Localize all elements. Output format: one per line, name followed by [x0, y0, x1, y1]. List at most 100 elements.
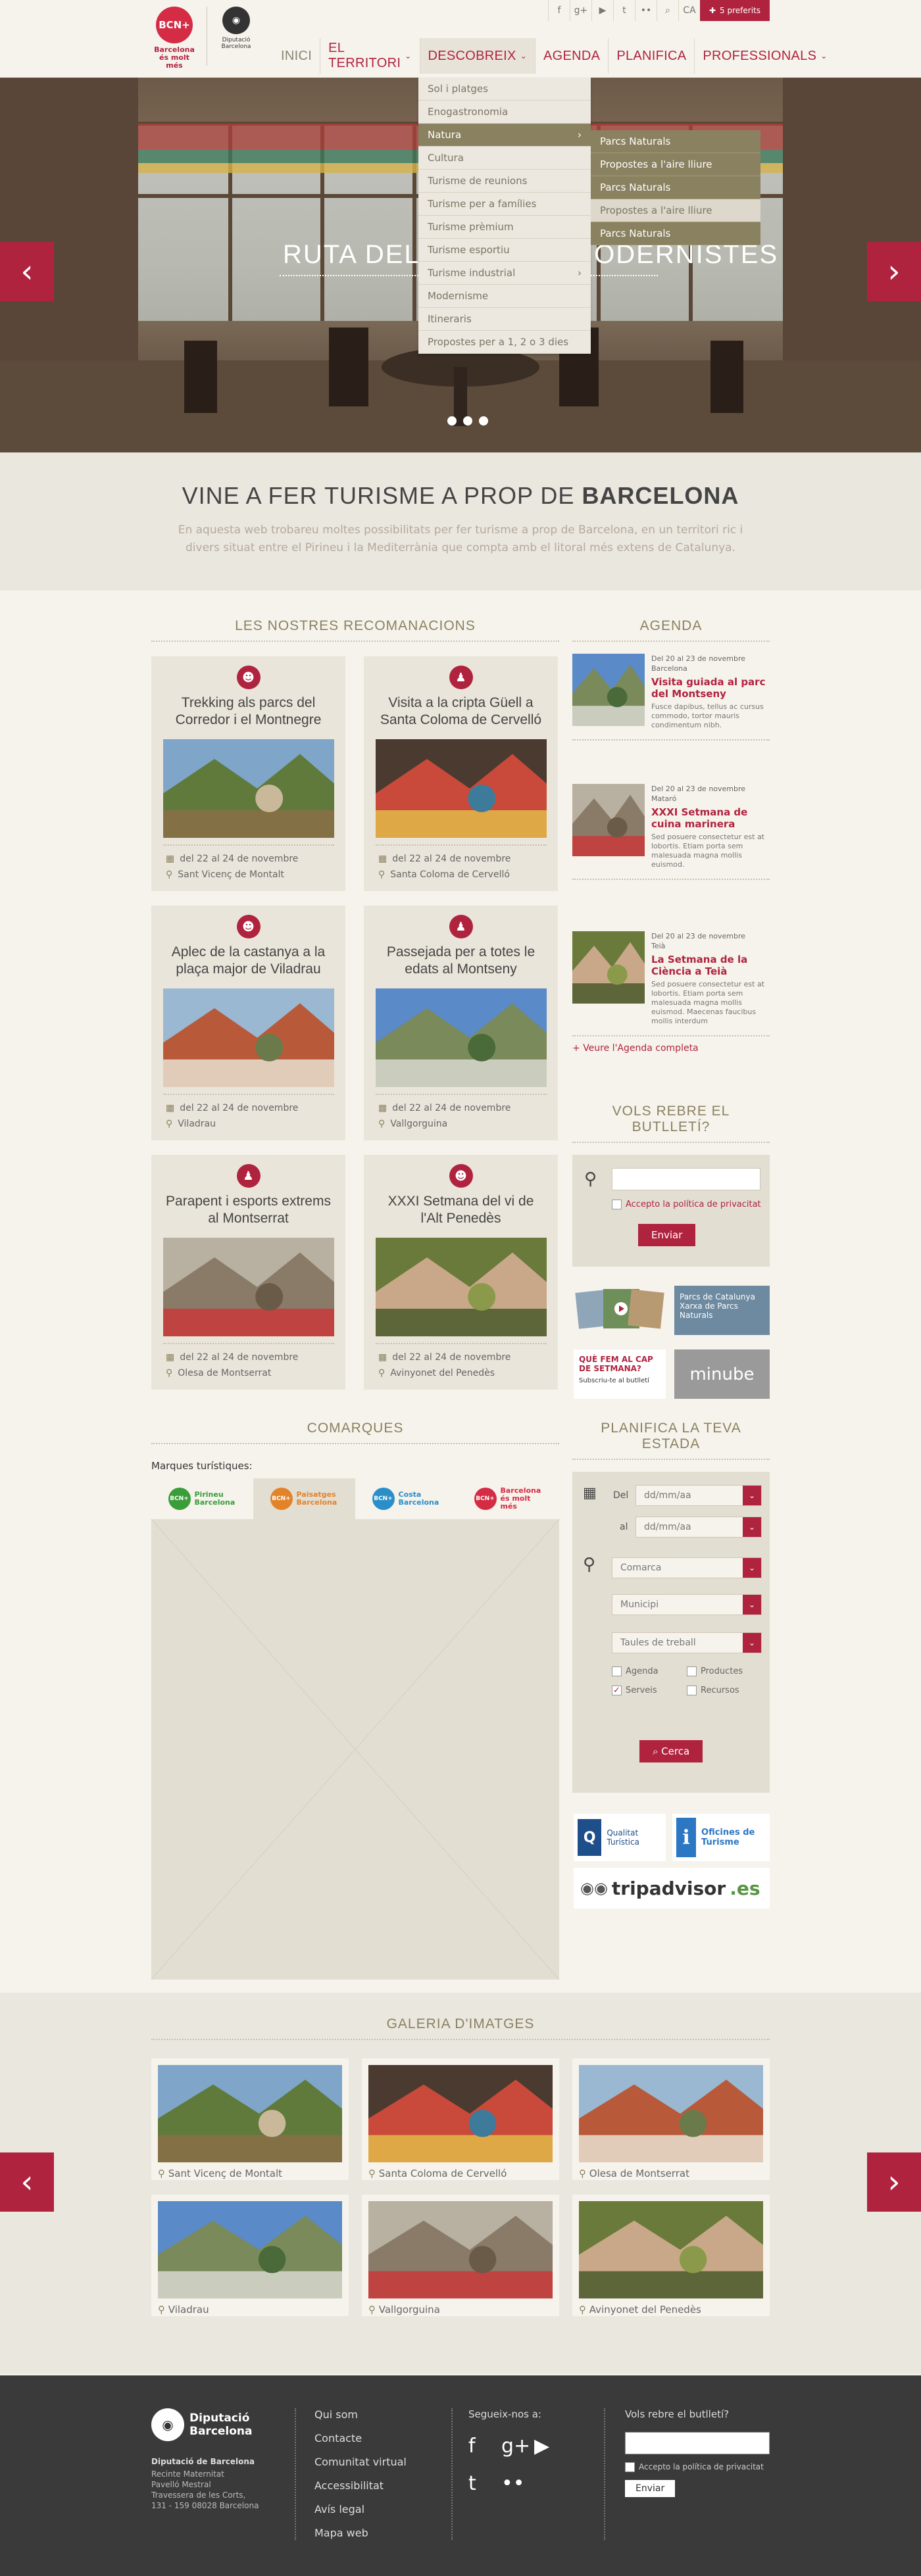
recommendation-card[interactable]: ☻ XXXI Setmana del vi de l'Alt Penedès ▦ de… — [364, 1155, 558, 1390]
dropdown-item[interactable]: Itineraris — [418, 308, 591, 331]
agenda-image[interactable] — [572, 654, 645, 726]
oficines-turisme-logo[interactable]: i Oficines de Turisme — [672, 1814, 770, 1861]
submenu-item[interactable]: Propostes a l'aire lliure — [591, 153, 760, 176]
filter-checkbox[interactable]: ✓ Serveis — [612, 1686, 687, 1695]
agenda-item[interactable]: Del 20 al 23 de novembre Barcelona Visita … — [572, 654, 770, 741]
footer-link[interactable]: Qui som — [314, 2403, 407, 2427]
tripadvisor-logo[interactable]: ◉◉ tripadvisor .es — [574, 1868, 770, 1908]
footer-link[interactable]: Avís legal — [314, 2498, 407, 2521]
filter-checkbox[interactable]: Productes — [687, 1666, 762, 1676]
gallery-image[interactable] — [158, 2065, 342, 2162]
card-image[interactable] — [375, 988, 547, 1087]
dropdown-item[interactable]: Turisme industrial › — [418, 262, 591, 285]
nav-agenda[interactable]: AGENDA — [535, 38, 608, 74]
footer-link[interactable]: Mapa web — [314, 2521, 407, 2545]
dropdown-item[interactable]: Natura › — [418, 124, 591, 147]
marca-tab[interactable]: BCN+ Pirineu Barcelona — [151, 1478, 253, 1519]
footer-link[interactable]: Comunitat virtual — [314, 2450, 407, 2474]
minube-banner[interactable]: minube — [674, 1349, 770, 1399]
card-title[interactable]: Aplec de la castanya a la plaça major de… — [151, 944, 345, 981]
youtube-icon[interactable]: ▶ — [591, 0, 613, 21]
qualitat-turistica-logo[interactable]: Q Qualitat Turística — [574, 1814, 666, 1861]
agenda-title-link[interactable]: Visita guiada al parc del Montseny — [651, 676, 770, 700]
agenda-title-link[interactable]: XXXI Setmana de cuina marinera — [651, 806, 770, 830]
flickr-icon[interactable]: •• — [634, 0, 657, 21]
filter-checkbox[interactable]: Agenda — [612, 1666, 687, 1676]
gallery-item[interactable]: ⚲ Sant Vicenç de Montalt — [151, 2058, 349, 2180]
card-image[interactable] — [162, 739, 334, 838]
logo[interactable]: BCN+ Barcelona és molt més ◉ Diputació B… — [151, 7, 256, 70]
footer-link[interactable]: Accessibilitat — [314, 2474, 407, 2498]
card-image[interactable] — [375, 739, 547, 838]
privacy-checkbox[interactable] — [612, 1200, 622, 1209]
gallery-image[interactable] — [579, 2201, 763, 2298]
gallery-item[interactable]: ⚲ Olesa de Montserrat — [572, 2058, 770, 2180]
comarques-map[interactable] — [151, 1519, 560, 1980]
nav-descobreix[interactable]: DESCOBREIX ⌄ — [419, 38, 535, 74]
gallery-next-arrow[interactable]: › — [867, 2152, 921, 2212]
recommendation-card[interactable]: ♟ Parapent i esports extrems al Montserra… — [151, 1155, 345, 1390]
card-image[interactable] — [162, 988, 334, 1087]
youtube-icon[interactable]: ▶ — [534, 2435, 567, 2458]
recommendation-card[interactable]: ♟ Passejada per a totes le edats al Monts… — [364, 906, 558, 1140]
footer-accept[interactable]: Accepto la política de privacitat — [625, 2462, 770, 2472]
agenda-image[interactable] — [572, 931, 645, 1004]
recommendation-card[interactable]: ☻ Trekking als parcs del Corredor i el Mo… — [151, 656, 345, 891]
dropdown-item[interactable]: Sol i platges — [418, 78, 591, 101]
card-title[interactable]: Trekking als parcs del Corredor i el Mon… — [151, 694, 345, 731]
cerca-button[interactable]: ⌕ Cerca — [639, 1740, 703, 1762]
recommendation-card[interactable]: ♟ Visita a la cripta Güell a Santa Coloma… — [364, 656, 558, 891]
hero-next-arrow[interactable]: › — [867, 242, 921, 301]
nav-planifica[interactable]: PLANIFICA — [608, 38, 694, 74]
filter-checkbox[interactable]: Recursos — [687, 1686, 762, 1695]
language-selector[interactable]: CA — [678, 0, 700, 21]
twitter-icon[interactable]: t — [612, 0, 635, 21]
hero-prev-arrow[interactable]: ‹ — [0, 242, 54, 301]
nav-professionals[interactable]: PROFESSIONALS ⌄ — [694, 38, 835, 74]
date-from-field[interactable]: dd/mm/aa ⌄ — [635, 1485, 762, 1506]
dropdown-item[interactable]: Turisme prèmium — [418, 216, 591, 239]
card-title[interactable]: Visita a la cripta Güell a Santa Coloma … — [364, 694, 558, 731]
gallery-image[interactable] — [579, 2065, 763, 2162]
gallery-item[interactable]: ⚲ Vallgorguina — [362, 2195, 559, 2316]
submenu-item[interactable]: Propostes a l'aire lliure — [591, 199, 760, 222]
search-icon[interactable]: ⌕ — [656, 0, 678, 21]
twitter-icon[interactable]: t — [468, 2472, 501, 2495]
comarca-select[interactable]: Comarca ⌄ — [612, 1557, 762, 1578]
agenda-item[interactable]: Del 20 al 23 de novembre Mataró XXXI Setma… — [572, 784, 770, 880]
card-title[interactable]: Passejada per a totes le edats al Montse… — [364, 944, 558, 981]
footer-link[interactable]: Contacte — [314, 2427, 407, 2450]
submenu-item[interactable]: Parcs Naturals — [591, 130, 760, 153]
newsletter-submit-button[interactable]: Enviar — [638, 1224, 696, 1246]
newsletter-email-input[interactable] — [612, 1168, 760, 1190]
dropdown-item[interactable]: Propostes per a 1, 2 o 3 dies — [418, 331, 591, 354]
video-banner[interactable] — [574, 1286, 666, 1335]
gallery-image[interactable] — [368, 2065, 553, 2162]
dropdown-item[interactable]: Cultura — [418, 147, 591, 170]
marca-tab[interactable]: BCN+ Barcelona és molt més — [457, 1478, 559, 1519]
footer-logo[interactable]: ◉ Diputació Barcelona — [151, 2408, 283, 2441]
googleplus-icon[interactable]: g+ — [501, 2435, 534, 2458]
footer-privacy-checkbox[interactable] — [625, 2462, 635, 2472]
gallery-image[interactable] — [158, 2201, 342, 2298]
gallery-item[interactable]: ⚲ Santa Coloma de Cervelló — [362, 2058, 559, 2180]
taules-select[interactable]: Taules de treball ⌄ — [612, 1632, 762, 1653]
marca-tab[interactable]: BCN+ Paisatges Barcelona — [253, 1478, 355, 1519]
gallery-image[interactable] — [368, 2201, 553, 2298]
favorites-button[interactable]: ✚ 5 preferits — [699, 0, 770, 21]
card-image[interactable] — [375, 1238, 547, 1336]
card-image[interactable] — [162, 1238, 334, 1336]
recommendation-card[interactable]: ☻ Aplec de la castanya a la plaça major d… — [151, 906, 345, 1140]
municipi-select[interactable]: Municipi ⌄ — [612, 1594, 762, 1615]
facebook-icon[interactable]: f — [468, 2435, 501, 2458]
dropdown-item[interactable]: Turisme de reunions — [418, 170, 591, 193]
dropdown-item[interactable]: Turisme esportiu — [418, 239, 591, 262]
checkbox[interactable] — [687, 1666, 697, 1676]
gallery-prev-arrow[interactable]: ‹ — [0, 2152, 54, 2212]
agenda-title-link[interactable]: La Setmana de la Ciència a Teià — [651, 954, 770, 977]
date-to-field[interactable]: dd/mm/aa ⌄ — [635, 1517, 762, 1538]
submenu-item[interactable]: Parcs Naturals — [591, 176, 760, 199]
cap-setmana-banner[interactable]: QUÈ FEM AL CAP DE SETMANA? Subscriu-te a… — [574, 1349, 666, 1399]
newsletter-accept[interactable]: Accepto la política de privacitat — [612, 1200, 761, 1209]
card-title[interactable]: XXXI Setmana del vi de l'Alt Penedès — [364, 1193, 558, 1230]
